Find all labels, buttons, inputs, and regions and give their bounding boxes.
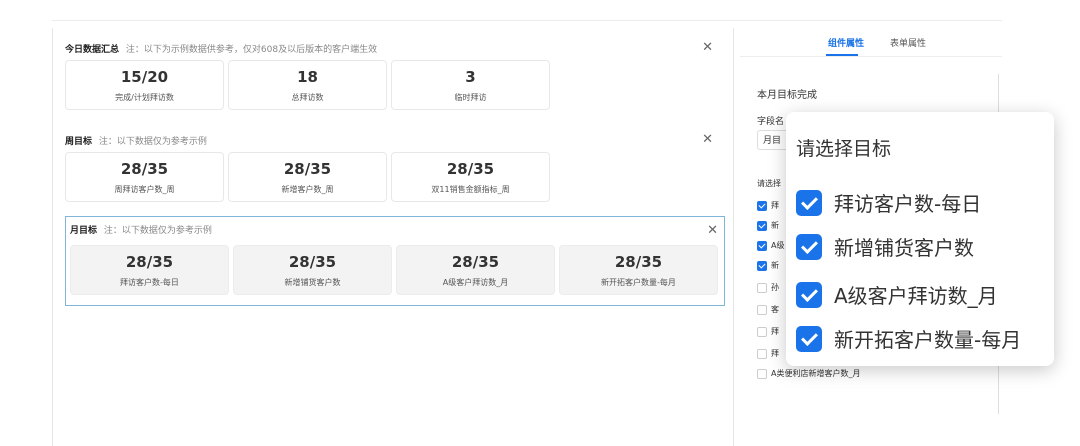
tab-form-properties[interactable]: 表单属性 bbox=[890, 36, 926, 49]
popup-title: 请选择目标 bbox=[796, 138, 892, 160]
metric-label: 总拜访数 bbox=[291, 93, 324, 102]
component-title: 本月目标完成 bbox=[757, 90, 817, 101]
goal-option-label: 新 bbox=[771, 221, 779, 230]
goal-option[interactable]: 孙 bbox=[757, 282, 779, 293]
popup-goal-item[interactable]: 拜访客户数-每日 bbox=[796, 188, 981, 217]
metric-label: 新增客户数_周 bbox=[281, 185, 334, 194]
popup-goal-label: 拜访客户数-每日 bbox=[834, 192, 982, 216]
card-row: 15/20 完成/计划拜访数 18 总拜访数 3 临时拜访 bbox=[65, 60, 550, 110]
metric-card: 28/35 新开拓客户数量-每月 bbox=[559, 245, 718, 295]
tab-component-properties[interactable]: 组件属性 bbox=[828, 36, 864, 49]
goal-option-label: A类便利店新增客户数_月 bbox=[771, 369, 861, 378]
metric-card: 15/20 完成/计划拜访数 bbox=[65, 60, 224, 110]
metric-value: 28/35 bbox=[446, 160, 495, 178]
goal-option[interactable]: A类便利店新增客户数_月 bbox=[757, 368, 860, 379]
metric-value: 28/35 bbox=[451, 253, 500, 271]
goal-option-label: 拜 bbox=[771, 349, 779, 358]
goal-option[interactable]: 新 bbox=[757, 260, 779, 271]
close-icon[interactable]: ✕ bbox=[702, 132, 713, 147]
metric-card: 28/35 拜访客户数-每日 bbox=[70, 245, 229, 295]
popup-goal-label: 新增铺货客户数 bbox=[834, 236, 974, 260]
top-divider bbox=[52, 20, 1002, 21]
section-header: 月目标 注：以下数据仅为参考示例 bbox=[70, 223, 212, 236]
goal-option-label: 拜 bbox=[771, 201, 779, 210]
goal-option[interactable]: 拜 bbox=[757, 326, 779, 337]
metric-label: 周拜访客户数_周 bbox=[114, 185, 175, 194]
metric-value: 28/35 bbox=[125, 253, 174, 271]
metric-card: 28/35 双11销售金额指标_周 bbox=[391, 152, 550, 202]
metric-card: 28/35 新增铺货客户数 bbox=[233, 245, 392, 295]
card-row: 28/35 周拜访客户数_周 28/35 新增客户数_周 28/35 双11销售金额指… bbox=[65, 152, 550, 202]
section-note: 注：以下数据仅为参考示例 bbox=[103, 226, 212, 236]
metric-label: 双11销售金额指标_周 bbox=[431, 185, 510, 194]
checkbox-icon[interactable] bbox=[757, 304, 767, 315]
card-row: 28/35 拜访客户数-每日 28/35 新增铺货客户数 28/35 A级客户拜访数_… bbox=[70, 245, 718, 295]
checkbox-checked-icon[interactable] bbox=[757, 200, 767, 211]
checkbox-icon[interactable] bbox=[757, 368, 767, 379]
metric-card: 28/35 A级客户拜访数_月 bbox=[396, 245, 555, 295]
metric-value: 28/35 bbox=[614, 253, 663, 271]
metric-card: 28/35 周拜访客户数_周 bbox=[65, 152, 224, 202]
section-note: 注：以下数据仅为参考示例 bbox=[98, 137, 207, 147]
popup-goal-item[interactable]: A级客户拜访数_月 bbox=[796, 280, 998, 309]
section-header: 今日数据汇总 注：以下为示例数据供参考，仅对608及以后版本的客户端生效 bbox=[65, 42, 377, 55]
checkbox-checked-icon[interactable] bbox=[796, 281, 822, 308]
metric-value: 28/35 bbox=[120, 160, 169, 178]
goal-option[interactable]: 客 bbox=[757, 304, 779, 315]
section-header: 周目标 注：以下数据仅为参考示例 bbox=[65, 134, 207, 147]
checkbox-checked-icon[interactable] bbox=[796, 233, 822, 260]
metric-value: 15/20 bbox=[120, 68, 169, 86]
checkbox-checked-icon[interactable] bbox=[757, 260, 767, 271]
metric-label: 拜访客户数-每日 bbox=[120, 278, 179, 287]
goal-option-label: A级 bbox=[771, 241, 785, 250]
field-name-label: 字段名 bbox=[757, 117, 785, 127]
close-icon[interactable]: ✕ bbox=[702, 40, 713, 55]
popup-goal-label: A级客户拜访数_月 bbox=[834, 284, 998, 308]
checkbox-checked-icon[interactable] bbox=[757, 240, 767, 251]
property-tabs: 组件属性 表单属性 bbox=[740, 28, 1002, 57]
goal-option[interactable]: A级 bbox=[757, 240, 784, 251]
monthly-goal-section[interactable]: 月目标 注：以下数据仅为参考示例 ✕ 28/35 拜访客户数-每日 28/35 新增… bbox=[65, 216, 725, 306]
metric-label: 新增铺货客户数 bbox=[284, 278, 341, 287]
goal-option-label: 拜 bbox=[771, 327, 779, 336]
metric-label: A级客户拜访数_月 bbox=[442, 278, 509, 287]
goal-option-label: 新 bbox=[771, 261, 779, 270]
metric-card: 28/35 新增客户数_周 bbox=[228, 152, 387, 202]
goal-option-label: 孙 bbox=[771, 283, 779, 292]
section-title: 今日数据汇总 bbox=[65, 45, 120, 55]
select-label: 请选择 bbox=[757, 179, 781, 188]
goal-option-label: 客 bbox=[771, 305, 779, 314]
popup-goal-item[interactable]: 新开拓客户数量-每月 bbox=[796, 324, 1021, 353]
metric-value: 18 bbox=[297, 68, 318, 86]
checkbox-checked-icon[interactable] bbox=[757, 220, 767, 231]
metric-label: 新开拓客户数量-每月 bbox=[601, 278, 676, 287]
dashboard-preview: 今日数据汇总 注：以下为示例数据供参考，仅对608及以后版本的客户端生效 ✕ 1… bbox=[52, 28, 734, 446]
select-goal-popup: 请选择目标 拜访客户数-每日 新增铺货客户数 A级客户拜访数_月 新开拓客户数量… bbox=[786, 112, 1054, 366]
goal-option[interactable]: 新 bbox=[757, 220, 779, 231]
popup-goal-item[interactable]: 新增铺货客户数 bbox=[796, 232, 974, 261]
daily-summary-section[interactable]: 今日数据汇总 注：以下为示例数据供参考，仅对608及以后版本的客户端生效 ✕ 1… bbox=[61, 40, 725, 116]
goal-option[interactable]: 拜 bbox=[757, 200, 779, 211]
checkbox-icon[interactable] bbox=[757, 282, 767, 293]
metric-card: 3 临时拜访 bbox=[391, 60, 550, 110]
section-note: 注：以下为示例数据供参考，仅对608及以后版本的客户端生效 bbox=[125, 45, 378, 55]
checkbox-checked-icon[interactable] bbox=[796, 325, 822, 352]
metric-value: 3 bbox=[465, 68, 476, 86]
weekly-goal-section[interactable]: 周目标 注：以下数据仅为参考示例 ✕ 28/35 周拜访客户数_周 28/35 新增… bbox=[61, 132, 725, 208]
checkbox-icon[interactable] bbox=[757, 326, 767, 337]
checkbox-icon[interactable] bbox=[757, 348, 767, 359]
checkbox-checked-icon[interactable] bbox=[796, 189, 822, 216]
metric-value: 28/35 bbox=[288, 253, 337, 271]
close-icon[interactable]: ✕ bbox=[707, 223, 718, 238]
goal-option[interactable]: 拜 bbox=[757, 348, 779, 359]
active-tab-indicator bbox=[826, 54, 858, 56]
popup-goal-label: 新开拓客户数量-每月 bbox=[834, 328, 1022, 352]
section-title: 月目标 bbox=[70, 226, 98, 236]
section-title: 周目标 bbox=[65, 137, 93, 147]
metric-card: 18 总拜访数 bbox=[228, 60, 387, 110]
metric-label: 临时拜访 bbox=[454, 93, 487, 102]
metric-value: 28/35 bbox=[283, 160, 332, 178]
metric-label: 完成/计划拜访数 bbox=[115, 93, 174, 102]
